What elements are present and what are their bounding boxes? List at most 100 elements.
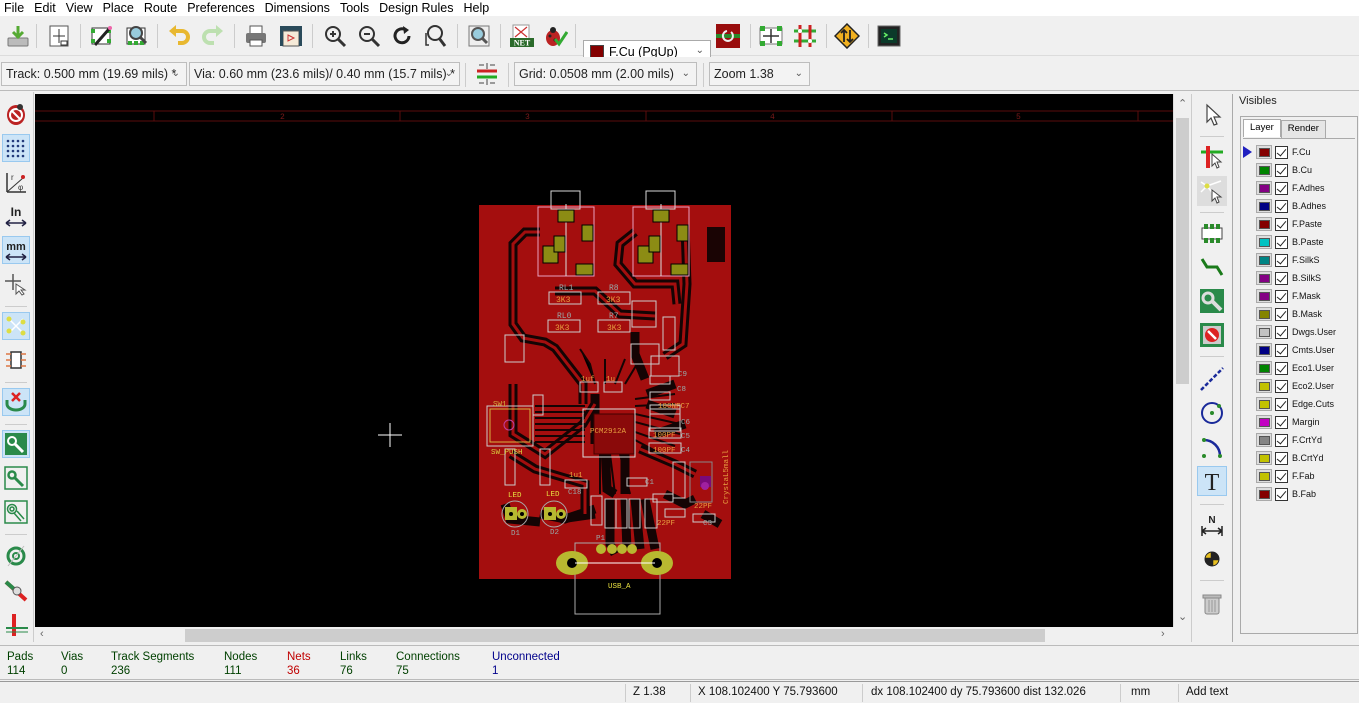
- layer-color-swatch[interactable]: [1256, 253, 1272, 267]
- layer-row[interactable]: Cmts.User: [1243, 341, 1355, 359]
- track-sketch-button[interactable]: [2, 610, 30, 638]
- add-text-tool[interactable]: T: [1197, 466, 1227, 496]
- footprint-editor-button[interactable]: [87, 22, 117, 50]
- layer-row[interactable]: F.Adhes: [1243, 179, 1355, 197]
- footprint-viewer-button[interactable]: [122, 22, 152, 50]
- layer-color-swatch[interactable]: [1256, 235, 1272, 249]
- layer-row[interactable]: B.Adhes: [1243, 197, 1355, 215]
- layer-visibility-checkbox[interactable]: [1275, 415, 1288, 429]
- vertical-scroll-thumb[interactable]: [1176, 118, 1189, 384]
- tab-layer[interactable]: Layer: [1243, 119, 1281, 137]
- auto-place-button[interactable]: [756, 22, 786, 50]
- layer-visibility-checkbox[interactable]: [1275, 307, 1288, 321]
- scripting-console-button[interactable]: [874, 22, 904, 50]
- grid-toggle-button[interactable]: [2, 134, 30, 162]
- layer-visibility-checkbox[interactable]: [1275, 433, 1288, 447]
- local-ratsnest-tool[interactable]: [1197, 176, 1227, 206]
- pcb-canvas[interactable]: 2 3 4 5 RL1 R8 3K3 3K3 RL0 R7 3K3 3K3 SW…: [35, 94, 1173, 627]
- highlight-net-tool[interactable]: [1197, 142, 1227, 172]
- layer-visibility-checkbox[interactable]: [1275, 469, 1288, 483]
- zone-fill-button[interactable]: [2, 430, 30, 458]
- layer-color-swatch[interactable]: [1256, 343, 1272, 357]
- delete-tool[interactable]: [1197, 588, 1227, 618]
- horizontal-scrollbar[interactable]: ‹ ›: [35, 627, 1173, 644]
- scroll-down-icon[interactable]: ⌄: [1178, 610, 1187, 623]
- layer-row[interactable]: B.Paste: [1243, 233, 1355, 251]
- plot-button[interactable]: [276, 22, 306, 50]
- layer-row[interactable]: Edge.Cuts: [1243, 395, 1355, 413]
- menu-route[interactable]: Route: [140, 1, 183, 15]
- via-size-select[interactable]: Via: 0.60 mm (23.6 mils)/ 0.40 mm (15.7 …: [189, 62, 460, 86]
- layer-row[interactable]: B.Cu: [1243, 161, 1355, 179]
- polar-coords-button[interactable]: rφ: [2, 168, 30, 196]
- vertical-scrollbar[interactable]: ⌃ ⌄: [1173, 94, 1190, 627]
- add-line-tool[interactable]: [1197, 364, 1227, 394]
- layer-row[interactable]: F.SilkS: [1243, 251, 1355, 269]
- find-button[interactable]: [464, 22, 494, 50]
- drc-button[interactable]: [540, 22, 570, 50]
- menu-preferences[interactable]: Preferences: [183, 1, 260, 15]
- layer-color-swatch[interactable]: [1256, 325, 1272, 339]
- track-width-select[interactable]: Track: 0.500 mm (19.69 mils) * ⌄: [1, 62, 187, 86]
- redraw-button[interactable]: [387, 22, 417, 50]
- layer-row[interactable]: B.Mask: [1243, 305, 1355, 323]
- layer-color-swatch[interactable]: [1256, 181, 1272, 195]
- layer-row[interactable]: Dwgs.User: [1243, 323, 1355, 341]
- undo-button[interactable]: [164, 22, 194, 50]
- menu-file[interactable]: File: [0, 1, 30, 15]
- scroll-up-icon[interactable]: ⌃: [1178, 97, 1187, 110]
- layer-visibility-checkbox[interactable]: [1275, 181, 1288, 195]
- select-tool[interactable]: [1197, 100, 1227, 130]
- layer-visibility-checkbox[interactable]: [1275, 199, 1288, 213]
- scroll-left-icon[interactable]: ‹: [40, 628, 44, 640]
- layer-row[interactable]: B.Fab: [1243, 485, 1355, 503]
- cursor-shape-button[interactable]: [2, 270, 30, 298]
- zoom-fit-button[interactable]: [420, 22, 450, 50]
- layer-row[interactable]: F.Cu: [1243, 143, 1355, 161]
- layer-row[interactable]: F.CrtYd: [1243, 431, 1355, 449]
- zone-outline-button[interactable]: [2, 464, 30, 492]
- scroll-right-icon[interactable]: ›: [1161, 628, 1165, 640]
- layer-color-swatch[interactable]: [1256, 469, 1272, 483]
- zoom-in-button[interactable]: [320, 22, 350, 50]
- add-target-tool[interactable]: [1197, 544, 1227, 574]
- show-ratsnest-button[interactable]: [2, 312, 30, 340]
- page-settings-button[interactable]: [44, 22, 74, 50]
- layer-visibility-checkbox[interactable]: [1275, 145, 1288, 159]
- layer-row[interactable]: F.Fab: [1243, 467, 1355, 485]
- layer-visibility-checkbox[interactable]: [1275, 325, 1288, 339]
- layer-visibility-checkbox[interactable]: [1275, 343, 1288, 357]
- zoom-select[interactable]: Zoom 1.38 ⌄: [709, 62, 810, 86]
- layer-color-swatch[interactable]: [1256, 163, 1272, 177]
- layer-visibility-checkbox[interactable]: [1275, 397, 1288, 411]
- layer-color-swatch[interactable]: [1256, 145, 1272, 159]
- zone-sketch-button[interactable]: [2, 498, 30, 526]
- grid-select[interactable]: Grid: 0.0508 mm (2.00 mils) ⌄: [514, 62, 697, 86]
- layer-visibility-checkbox[interactable]: [1275, 379, 1288, 393]
- add-keepout-tool[interactable]: [1197, 320, 1227, 350]
- layer-color-swatch[interactable]: [1256, 397, 1272, 411]
- layer-color-swatch[interactable]: [1256, 487, 1272, 501]
- menu-place[interactable]: Place: [99, 1, 140, 15]
- layer-pair-button[interactable]: [713, 22, 743, 50]
- layer-visibility-checkbox[interactable]: [1275, 289, 1288, 303]
- layer-row[interactable]: Eco2.User: [1243, 377, 1355, 395]
- layer-row[interactable]: B.SilkS: [1243, 269, 1355, 287]
- add-dimension-tool[interactable]: N: [1197, 510, 1227, 540]
- layer-color-swatch[interactable]: [1256, 199, 1272, 213]
- auto-route-button[interactable]: [790, 22, 820, 50]
- layer-visibility-checkbox[interactable]: [1275, 487, 1288, 501]
- layer-color-swatch[interactable]: [1256, 433, 1272, 447]
- layer-visibility-checkbox[interactable]: [1275, 163, 1288, 177]
- via-sketch-button[interactable]: [2, 576, 30, 604]
- layer-color-swatch[interactable]: [1256, 217, 1272, 231]
- netlist-button[interactable]: NET: [507, 22, 537, 50]
- zoom-out-button[interactable]: [354, 22, 384, 50]
- add-footprint-tool[interactable]: [1197, 218, 1227, 248]
- layer-row[interactable]: Margin: [1243, 413, 1355, 431]
- layer-row[interactable]: B.CrtYd: [1243, 449, 1355, 467]
- layer-visibility-checkbox[interactable]: [1275, 217, 1288, 231]
- save-board-button[interactable]: [3, 22, 33, 50]
- auto-delete-track-button[interactable]: [2, 388, 30, 416]
- layer-row[interactable]: Eco1.User: [1243, 359, 1355, 377]
